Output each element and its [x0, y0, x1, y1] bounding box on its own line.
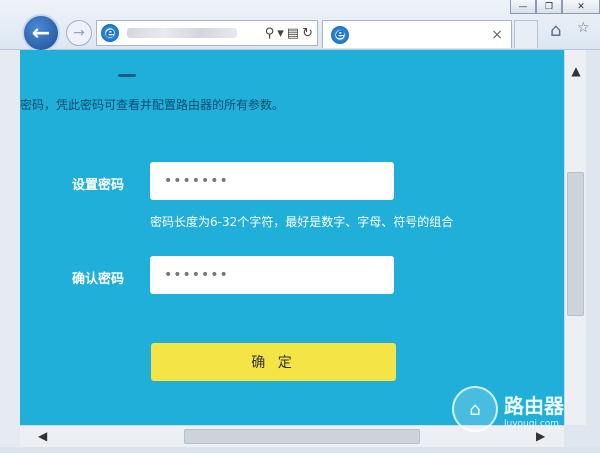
window-left-frame — [0, 50, 20, 453]
dropdown-icon[interactable]: ▾ — [277, 26, 284, 41]
tab-ie-icon: e — [331, 25, 349, 44]
set-password-field[interactable]: ••••••• — [150, 162, 394, 200]
intro-text: 密码，凭此密码可查看并配置路由器的所有参数。 — [20, 98, 285, 112]
confirm-button[interactable]: 确 定 — [151, 343, 396, 381]
page-content: 密码，凭此密码可查看并配置路由器的所有参数。 设置密码 ••••••• 密码长度… — [20, 50, 564, 425]
search-icon[interactable]: ⚲ — [265, 26, 275, 41]
set-password-label: 设置密码 — [72, 178, 125, 193]
browser-tab[interactable]: e × — [322, 20, 512, 48]
back-button[interactable]: ← — [22, 14, 60, 52]
forward-button[interactable]: → — [66, 20, 92, 46]
window-controls: — ❐ ✕ — [510, 0, 600, 14]
new-tab-button[interactable] — [514, 20, 538, 48]
favorites-icon[interactable]: ☆ — [577, 20, 590, 36]
close-window-button[interactable]: ✕ — [562, 0, 600, 14]
address-bar[interactable]: e ⚲ ▾ ▤ ↻ — [96, 20, 318, 46]
vertical-scroll-thumb[interactable] — [567, 172, 584, 316]
site-watermark: ⌂ 路由器 luyouqi.com — [452, 386, 564, 432]
confirm-password-field[interactable]: ••••••• — [150, 256, 394, 294]
browser-chrome: — ❐ ✕ ← → e ⚲ ▾ ▤ ↻ e × ⌂ ☆ — [0, 0, 600, 52]
forward-arrow-icon: → — [73, 25, 85, 41]
compatibility-view-icon[interactable]: ▤ — [287, 26, 299, 41]
scroll-left-icon[interactable]: ◀ — [38, 429, 47, 443]
scroll-up-icon[interactable]: ▲ — [565, 64, 587, 78]
tab-close-icon[interactable]: × — [491, 27, 503, 43]
watermark-title: 路由器 — [504, 393, 564, 418]
confirm-password-label: 确认密码 — [72, 272, 125, 287]
router-logo-icon: ⌂ — [452, 386, 498, 432]
password-hint: 密码长度为6-32个字符，最好是数字、字母、符号的组合 — [150, 215, 454, 229]
watermark-subtitle: luyouqi.com — [504, 418, 560, 429]
address-tools: ⚲ ▾ ▤ ↻ — [265, 26, 313, 41]
section-dash — [118, 74, 136, 77]
minimize-button[interactable]: — — [510, 0, 536, 14]
window-bottom-frame — [0, 447, 600, 453]
back-arrow-icon: ← — [31, 20, 51, 46]
ie-icon: e — [101, 24, 119, 42]
vertical-scrollbar[interactable]: ▲ — [564, 50, 586, 425]
horizontal-scroll-thumb[interactable] — [184, 429, 420, 444]
home-icon[interactable]: ⌂ — [550, 20, 570, 42]
blurred-url — [127, 28, 237, 38]
restore-button[interactable]: ❐ — [536, 0, 562, 14]
refresh-icon[interactable]: ↻ — [302, 26, 313, 41]
